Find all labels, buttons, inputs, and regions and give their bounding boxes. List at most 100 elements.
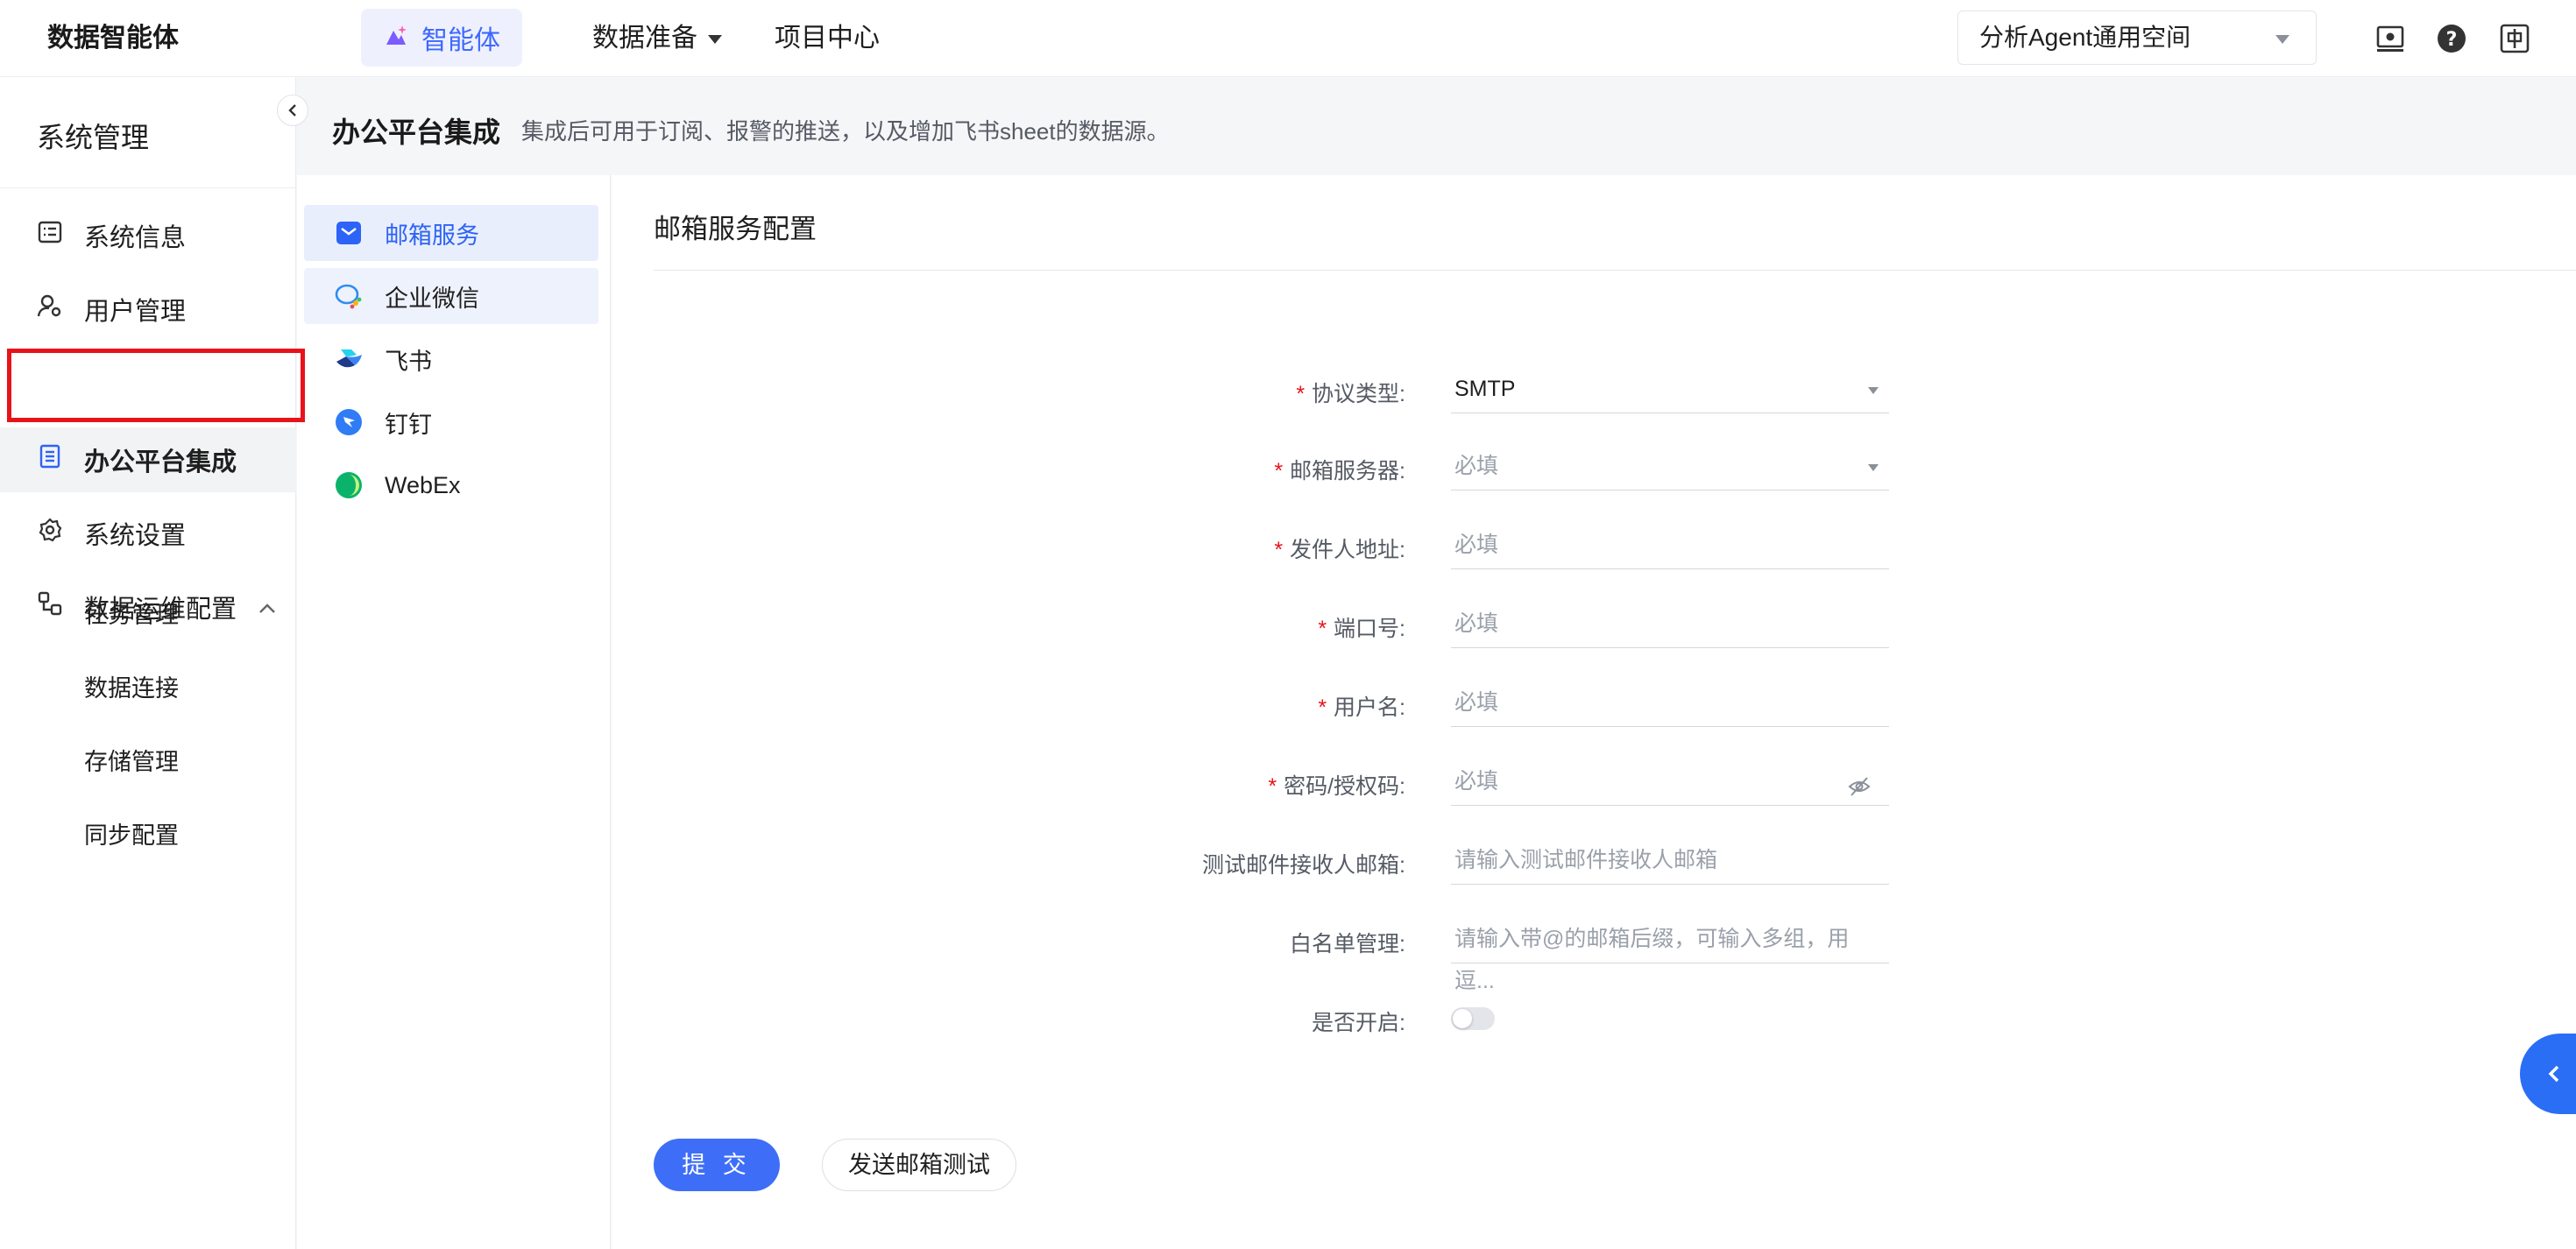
enable-toggle[interactable] [1451, 1007, 1495, 1030]
port-input[interactable]: 必填 [1451, 603, 1889, 648]
sidebar-subitem-task[interactable]: 任务管理 [84, 596, 179, 630]
workspace-select[interactable]: 分析Agent通用空间 [1957, 11, 2317, 65]
subnav-item-email[interactable]: 邮箱服务 [304, 205, 598, 261]
field-test-recipient: 测试邮件接收人邮箱: 请输入测试邮件接收人邮箱 [612, 839, 2576, 888]
language-zh-icon[interactable] [2499, 23, 2530, 54]
subnav-item-wecom[interactable]: 企业微信 [304, 268, 598, 324]
chevron-down-icon [1868, 464, 1879, 471]
placeholder-text: 必填 [1454, 454, 1499, 478]
send-test-email-button[interactable]: 发送邮箱测试 [822, 1139, 1016, 1191]
placeholder-text: 必填 [1454, 769, 1499, 794]
form-title: 邮箱服务配置 [654, 214, 817, 244]
nav-data-prep[interactable]: 数据准备 [592, 0, 722, 77]
subnav-item-dingtalk[interactable]: 钉钉 [304, 394, 598, 450]
password-input[interactable]: 必填 [1451, 760, 1889, 806]
agent-sparkle-icon [383, 23, 409, 53]
field-enable: 是否开启: [612, 997, 2576, 1046]
field-label: 协议类型: [1312, 382, 1405, 406]
page-header: 办公平台集成 集成后可用于订阅、报警的推送，以及增加飞书sheet的数据源。 [297, 77, 2576, 175]
username-input[interactable]: 必填 [1451, 681, 1889, 727]
field-whitelist: 白名单管理: 请输入带@的邮箱后缀，可输入多组，用逗... [612, 918, 2576, 993]
sidebar-subitem-sync[interactable]: 同步配置 [84, 816, 179, 850]
sidebar-item-label: 系统设置 [84, 522, 187, 550]
field-password: * 密码/授权码: 必填 [612, 760, 2576, 809]
chevron-left-icon [2548, 1065, 2559, 1083]
protocol-select[interactable]: SMTP [1451, 368, 1889, 413]
page-title: 办公平台集成 [332, 116, 501, 148]
subnav-item-label: 邮箱服务 [385, 222, 479, 249]
field-protocol: * 协议类型: SMTP [612, 368, 2576, 417]
highlight-annotation-box [7, 349, 305, 422]
office-doc-icon [37, 443, 63, 476]
brand-title: 数据智能体 [47, 24, 179, 53]
sidebar-item-system-info[interactable]: 系统信息 [0, 203, 296, 268]
nav-data-prep-label: 数据准备 [592, 24, 697, 53]
chevron-down-icon [1868, 387, 1879, 394]
protocol-value: SMTP [1454, 377, 1516, 401]
help-icon[interactable]: ? [2436, 23, 2467, 54]
mail-icon [334, 218, 364, 248]
field-label: 密码/授权码: [1284, 774, 1405, 799]
divider [0, 187, 296, 188]
sidebar-title: 系统管理 [37, 122, 150, 153]
page-description: 集成后可用于订阅、报警的推送，以及增加飞书sheet的数据源。 [521, 118, 1170, 145]
nav-agent-label: 智能体 [421, 26, 500, 55]
workspace-value: 分析Agent通用空间 [1979, 24, 2191, 51]
wecom-icon [334, 281, 364, 311]
data-ops-icon [37, 590, 63, 624]
placeholder-text: 请输入测试邮件接收人邮箱 [1454, 848, 1718, 872]
subnav-item-webex[interactable]: WebEx [304, 457, 598, 513]
nav-project-center-label: 项目中心 [775, 24, 880, 53]
subnav-item-label: 企业微信 [385, 285, 479, 312]
mail-server-select[interactable]: 必填 [1451, 445, 1889, 490]
sidebar-item-user-management[interactable]: 用户管理 [0, 277, 296, 342]
sender-address-input[interactable]: 必填 [1451, 524, 1889, 569]
field-sender-address: * 发件人地址: 必填 [612, 524, 2576, 573]
svg-text:?: ? [2446, 29, 2458, 51]
gear-icon [37, 517, 63, 550]
submit-button[interactable]: 提 交 [654, 1139, 780, 1191]
chevron-left-icon [288, 104, 296, 116]
top-bar: 数据智能体 智能体 数据准备 项目中心 分析Agent通用空间 ? [0, 0, 2576, 77]
screen-settings-icon[interactable] [2374, 23, 2406, 54]
subnav-item-label: 飞书 [385, 348, 432, 375]
field-label: 是否开启: [1312, 1011, 1405, 1035]
field-port: * 端口号: 必填 [612, 603, 2576, 652]
field-label: 邮箱服务器: [1290, 459, 1405, 483]
sidebar-item-label: 系统信息 [84, 224, 187, 252]
email-config-panel: 邮箱服务配置 * 协议类型: SMTP * 邮箱服务器: 必填 * 发件人地址: 必填… [612, 175, 2576, 1249]
subnav-item-feishu[interactable]: 飞书 [304, 331, 598, 387]
field-label: 测试邮件接收人邮箱: [1202, 853, 1405, 878]
placeholder-text: 必填 [1454, 611, 1499, 636]
user-gear-icon [37, 293, 63, 326]
chevron-down-icon [708, 35, 722, 44]
sidebar-subitem-storage[interactable]: 存储管理 [84, 743, 179, 777]
chevron-down-icon [2275, 35, 2289, 44]
subnav-item-label: WebEx [385, 471, 461, 498]
info-list-icon [37, 219, 63, 252]
field-label: 发件人地址: [1290, 538, 1405, 562]
placeholder-text: 请输入带@的邮箱后缀，可输入多组，用逗... [1454, 927, 1850, 993]
field-label: 用户名: [1334, 695, 1405, 720]
field-label: 白名单管理: [1290, 932, 1405, 956]
nav-project-center[interactable]: 项目中心 [775, 0, 880, 77]
nav-agent-tab[interactable]: 智能体 [361, 9, 522, 67]
sidebar-collapse-button[interactable] [277, 95, 308, 126]
sidebar-item-office-integration[interactable]: 办公平台集成 [0, 427, 296, 492]
field-mail-server: * 邮箱服务器: 必填 [612, 445, 2576, 494]
sidebar-item-system-settings[interactable]: 系统设置 [0, 501, 296, 566]
whitelist-input[interactable]: 请输入带@的邮箱后缀，可输入多组，用逗... [1451, 918, 1889, 993]
sidebar-subitem-data-connection[interactable]: 数据连接 [84, 669, 179, 703]
webex-icon [334, 470, 364, 500]
field-username: * 用户名: 必填 [612, 681, 2576, 730]
sidebar-item-label: 用户管理 [84, 298, 187, 326]
test-recipient-input[interactable]: 请输入测试邮件接收人邮箱 [1451, 839, 1889, 885]
feishu-icon [334, 344, 364, 374]
toggle-knob [1453, 1009, 1472, 1028]
eye-off-icon[interactable] [1847, 771, 1872, 796]
field-label: 端口号: [1334, 617, 1405, 641]
divider [654, 270, 2576, 271]
dingtalk-icon [334, 407, 364, 437]
subnav-item-label: 钉钉 [385, 411, 432, 438]
sidebar-item-label: 办公平台集成 [84, 448, 237, 476]
